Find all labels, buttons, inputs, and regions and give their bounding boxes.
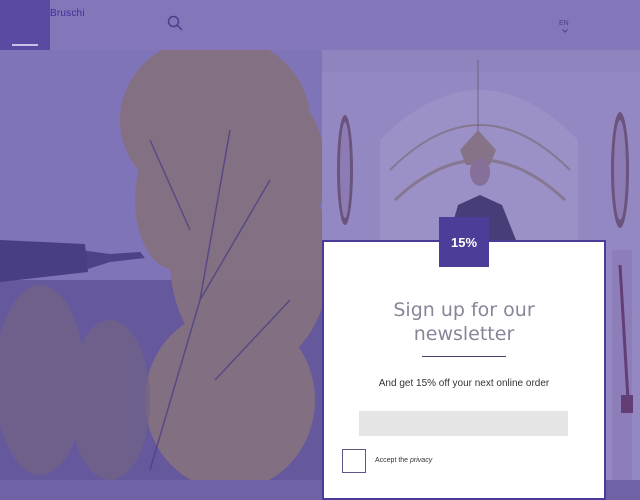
privacy-link[interactable]: privacy — [410, 457, 432, 464]
email-input[interactable] — [359, 411, 568, 436]
search-icon[interactable] — [167, 15, 183, 31]
menu-icon — [12, 44, 38, 46]
title-divider — [422, 356, 506, 357]
language-selector[interactable]: EN — [559, 20, 569, 27]
accept-text: Accept the — [375, 457, 409, 464]
popup-title: Sign up for our newsletter — [322, 298, 606, 346]
discount-badge: 15% — [439, 217, 489, 267]
top-header: Bruschi EN — [0, 0, 640, 50]
popup-subtitle: And get 15% off your next online order — [378, 378, 550, 389]
privacy-checkbox[interactable] — [342, 449, 366, 473]
chevron-down-icon[interactable] — [562, 29, 568, 33]
popup-title-line1: Sign up for our — [393, 299, 535, 321]
privacy-label: Accept the privacy — [375, 457, 432, 464]
popup-title-line2: newsletter — [413, 323, 515, 345]
menu-button[interactable] — [0, 0, 50, 50]
brand-logo[interactable]: Bruschi — [50, 8, 85, 19]
